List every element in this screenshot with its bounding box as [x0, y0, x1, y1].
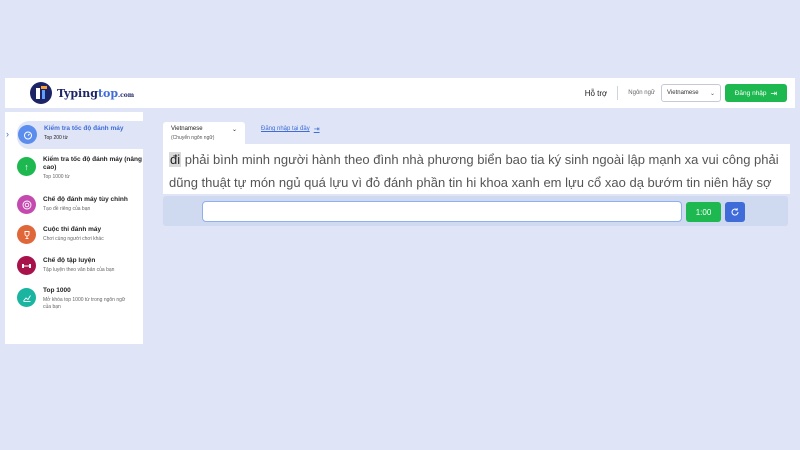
input-bar: 1:00	[163, 196, 788, 226]
top-navbar: Typingtop.com Hỗ trợ Ngôn ngữ Vietnamese…	[5, 78, 795, 108]
current-word: đi	[169, 152, 182, 167]
chevron-down-icon: ⌄	[709, 90, 715, 97]
sidebar-item-subtitle: Mở khóa top 1000 từ trong ngôn ngữ của b…	[43, 297, 126, 310]
words-panel: đi phải bình minh người hành theo đình n…	[163, 144, 790, 194]
sidebar-item-subtitle: Tập luyện theo văn bản của bạn	[43, 267, 115, 273]
word-list: đi phải bình minh người hành theo đình n…	[169, 148, 784, 194]
reload-button[interactable]	[725, 202, 745, 222]
sidebar-item-competition[interactable]: Cuộc thi đánh máy Chơi cùng người chơi k…	[17, 224, 143, 244]
tab-change-language: (Chuyển ngôn ngữ)	[171, 135, 215, 141]
sidebar-item-title: Top 1000	[43, 287, 71, 294]
sidebar-item-title: Kiểm tra tốc độ đánh máy (nâng cao)	[43, 156, 142, 171]
logo-icon	[30, 82, 52, 104]
dumbbell-icon	[17, 256, 36, 275]
login-here-label: Đăng nhập tại đây	[261, 126, 310, 132]
login-icon: ⇥	[770, 88, 778, 98]
sidebar-item-subtitle: Top 1000 từ	[43, 174, 70, 180]
sidebar-item-title: Kiểm tra tốc độ đánh máy	[44, 125, 124, 132]
login-here-link[interactable]: Đăng nhập tại đây ⇥	[261, 125, 320, 133]
language-tab[interactable]: Vietnamese ⌄ (Chuyển ngôn ngữ)	[163, 122, 245, 144]
logo[interactable]: Typingtop.com	[30, 82, 134, 104]
target-icon	[17, 195, 36, 214]
tab-language-value: Vietnamese	[171, 126, 203, 132]
typing-input[interactable]	[202, 201, 682, 222]
sidebar-item-subtitle: Tạo đề riêng của bạn	[43, 206, 91, 212]
sidebar-item-top-1000[interactable]: Top 1000 Mở khóa top 1000 từ trong ngôn …	[17, 287, 143, 310]
language-label: Ngôn ngữ	[628, 90, 655, 96]
sidebar-item-speed-test[interactable]: Kiểm tra tốc độ đánh máy Top 200 từ	[17, 121, 143, 149]
sidebar: › Kiểm tra tốc độ đánh máy Top 200 từ ↑ …	[5, 112, 143, 344]
header-divider	[617, 86, 619, 100]
arrow-up-icon: ↑	[17, 157, 36, 176]
chevron-right-icon[interactable]: ›	[6, 129, 9, 139]
sidebar-item-custom[interactable]: Chế độ đánh máy tùy chỉnh Tạo đề riêng c…	[17, 194, 143, 214]
sidebar-item-title: Chế độ đánh máy tùy chỉnh	[43, 196, 128, 203]
sidebar-item-title: Cuộc thi đánh máy	[43, 226, 102, 233]
chevron-down-icon: ⌄	[231, 127, 237, 133]
chart-icon	[17, 288, 36, 307]
upcoming-words: phải bình minh người hành theo đình nhà …	[169, 152, 779, 190]
trophy-icon	[17, 225, 36, 244]
login-button[interactable]: Đăng nhập ⇥	[725, 84, 787, 102]
login-icon: ⇥	[313, 126, 320, 133]
sidebar-item-subtitle: Top 200 từ	[44, 135, 68, 141]
login-button-label: Đăng nhập	[734, 89, 767, 97]
logo-text: Typingtop.com	[57, 86, 135, 100]
language-select[interactable]: Vietnamese ⌄	[661, 84, 721, 102]
timer: 1:00	[686, 202, 721, 222]
language-select-value: Vietnamese	[667, 90, 699, 96]
sidebar-item-practice[interactable]: Chế độ tập luyện Tập luyện theo văn bản …	[17, 255, 143, 275]
stopwatch-icon	[18, 125, 37, 144]
sidebar-item-title: Chế độ tập luyện	[43, 257, 96, 264]
sidebar-item-advanced-test[interactable]: ↑ Kiểm tra tốc độ đánh máy (nâng cao) To…	[17, 156, 143, 181]
help-link[interactable]: Hỗ trợ	[585, 89, 608, 98]
sidebar-item-subtitle: Chơi cùng người chơi khác	[43, 236, 104, 242]
reload-icon	[731, 208, 739, 216]
